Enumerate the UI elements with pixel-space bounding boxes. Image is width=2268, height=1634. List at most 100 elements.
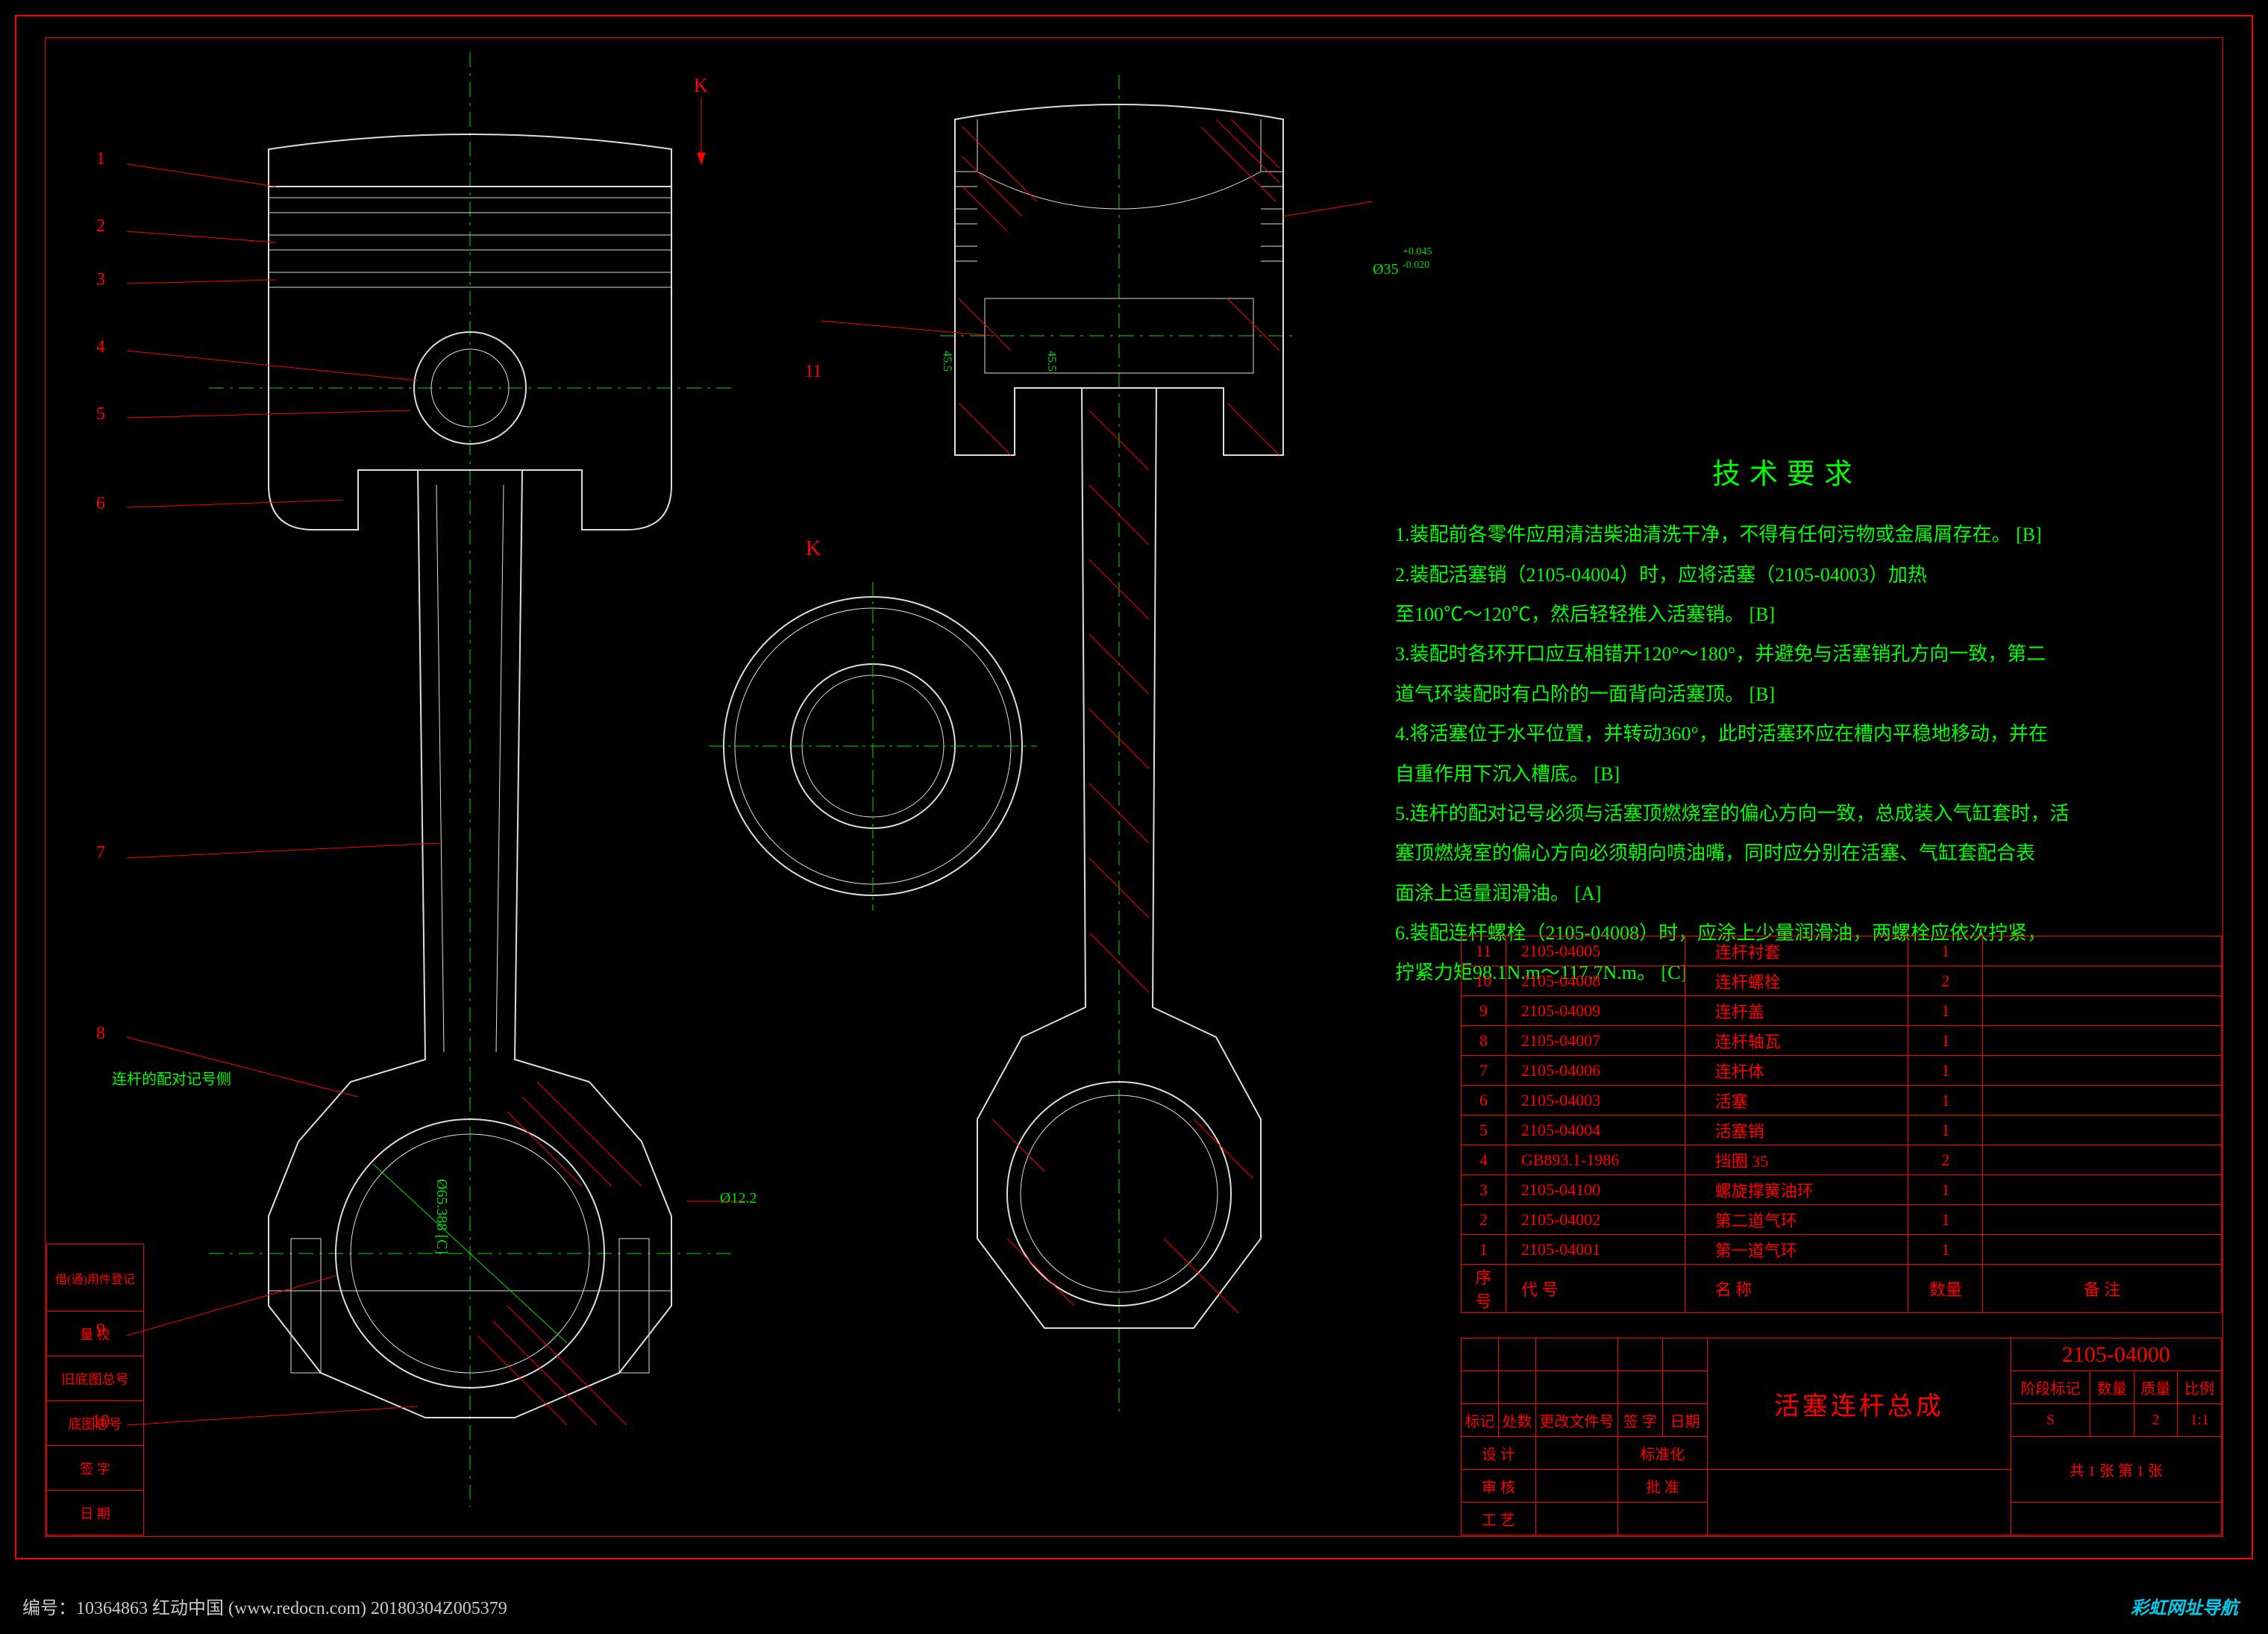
- bom-cell: [1983, 1205, 2222, 1235]
- bom-cell: [1983, 996, 2222, 1026]
- dim-d2: Ø65.388 [C]: [433, 1179, 450, 1254]
- tb-cell: 标准化: [1618, 1437, 1708, 1470]
- stamp-cell: 签 字: [47, 1446, 144, 1491]
- bom-cell: 1: [1908, 1026, 1983, 1056]
- tech-note: 自重作用下沉入槽底。 [B]: [1395, 756, 2178, 792]
- bom-cell: [1983, 1056, 2222, 1086]
- item-1: 1: [90, 149, 112, 169]
- tech-note: 道气环装配时有凸阶的一面背向活塞顶。 [B]: [1395, 676, 2178, 713]
- bom-cell: [1983, 1175, 2222, 1205]
- tb-cell: S: [2011, 1404, 2090, 1437]
- dim-tol-l: -0.020: [1403, 260, 1429, 272]
- bom-cell: 7: [1462, 1056, 1506, 1086]
- left-stamp: 借(通)用件登记 量 校 旧底图总号 底图总号 签 字 日 期: [46, 1244, 144, 1536]
- item-2: 2: [90, 216, 112, 237]
- tb-cell: 数量: [2090, 1371, 2134, 1404]
- dim-d4: 45.5: [1044, 351, 1058, 372]
- tb-cell: 质量: [2134, 1371, 2178, 1404]
- bom-cell: GB893.1-1986: [1506, 1145, 1685, 1175]
- tb-cell: 比例: [2178, 1371, 2222, 1404]
- tb-cell: 标记: [1462, 1404, 1499, 1437]
- tb-cell: 工 艺: [1462, 1503, 1536, 1536]
- arrow-label-k: K: [694, 75, 708, 97]
- bom-cell: [1983, 966, 2222, 996]
- bom-cell: [1983, 936, 2222, 966]
- title-block: 活塞连杆总成 2105-04000 阶段标记 数量 质量 比例 标记 处数 更改…: [1461, 1338, 2222, 1536]
- bom-cell: [1983, 1145, 2222, 1175]
- bom-cell: 2105-04100: [1506, 1175, 1685, 1205]
- bom-cell: 2105-04005: [1506, 936, 1685, 966]
- bom-cell: 活塞: [1685, 1086, 1908, 1115]
- bom-cell: 1: [1908, 996, 1983, 1026]
- bom-cell: 1: [1908, 1086, 1983, 1115]
- bom-hdr: 备 注: [1983, 1265, 2222, 1313]
- bom-cell: 2105-04004: [1506, 1115, 1685, 1145]
- watermark-left: 编号：10364863 红动中国 (www.redocn.com) 201803…: [22, 1593, 507, 1619]
- tb-cell: 批 准: [1618, 1470, 1708, 1503]
- tb-cell: 签 字: [1618, 1404, 1663, 1437]
- item-7: 7: [90, 843, 112, 863]
- dim-d3: Ø35: [1373, 261, 1398, 278]
- bom-cell: 3: [1462, 1175, 1506, 1205]
- tech-note: 2.装配活塞销（2105-04004）时，应将活塞（2105-04003）加热: [1395, 557, 2178, 593]
- tech-note: 1.装配前各零件应用清洁柴油清洗干净，不得有任何污物或金属屑存在。 [B]: [1395, 516, 2178, 553]
- bom-cell: 第二道气环: [1685, 1205, 1908, 1235]
- bom-cell: 4: [1462, 1145, 1506, 1175]
- bom-cell: 10: [1462, 966, 1506, 996]
- bom-cell: 1: [1908, 1235, 1983, 1265]
- section-view: [895, 75, 1343, 1418]
- dim-d5: 45.5: [940, 351, 953, 372]
- tech-title: 技术要求: [1395, 448, 2178, 501]
- bom-cell: [1983, 1086, 2222, 1115]
- bom-cell: 2105-04001: [1506, 1235, 1685, 1265]
- bom-cell: 5: [1462, 1115, 1506, 1145]
- tb-cell: [2090, 1404, 2134, 1437]
- tb-cell: 设 计: [1462, 1437, 1536, 1470]
- stamp-cell: 日 期: [47, 1491, 144, 1536]
- drawing-number: 2105-04000: [2011, 1339, 2221, 1371]
- bom-cell: 第一道气环: [1685, 1235, 1908, 1265]
- tech-note: 5.连杆的配对记号必须与活塞顶燃烧室的偏心方向一致，总成装入气缸套时，活: [1395, 795, 2178, 832]
- tech-requirements: 技术要求 1.装配前各零件应用清洁柴油清洗干净，不得有任何污物或金属屑存在。 […: [1395, 448, 2178, 995]
- tb-cell: 日期: [1663, 1404, 1708, 1437]
- watermark-right: 彩虹网址导航: [2131, 1593, 2238, 1619]
- tb-cell: 阶段标记: [2011, 1371, 2090, 1404]
- bom-hdr: 序号: [1462, 1265, 1506, 1313]
- bom-cell: 2: [1908, 966, 1983, 996]
- tech-note: 面涂上适量润滑油。 [A]: [1395, 875, 2178, 912]
- bom-cell: 2105-04008: [1506, 966, 1685, 996]
- item-4: 4: [90, 337, 112, 357]
- tb-cell: 更改文件号: [1536, 1404, 1618, 1437]
- bom-cell: 连杆盖: [1685, 996, 1908, 1026]
- bom-cell: 1: [1908, 1056, 1983, 1086]
- item-8: 8: [90, 1024, 112, 1044]
- bom-cell: 9: [1462, 996, 1506, 1026]
- tb-sheet: 共 1 张 第 1 张: [2011, 1437, 2221, 1503]
- stamp-cell: 旧底图总号: [47, 1356, 144, 1401]
- item-5: 5: [90, 404, 112, 425]
- bom-cell: 1: [1908, 1205, 1983, 1235]
- bom-cell: 2105-04007: [1506, 1026, 1685, 1056]
- bom-cell: 连杆体: [1685, 1056, 1908, 1086]
- bom-cell: [1983, 1235, 2222, 1265]
- tech-note: 3.装配时各环开口应互相错开120°～180°，并避免与活塞销孔方向一致，第二: [1395, 636, 2178, 672]
- bom-cell: 2105-04006: [1506, 1056, 1685, 1086]
- bom-cell: 螺旋撑簧油环: [1685, 1175, 1908, 1205]
- bom-cell: 8: [1462, 1026, 1506, 1056]
- bom-table: 112105-04005连杆衬套1102105-04008连杆螺栓292105-…: [1461, 936, 2222, 1313]
- item-3: 3: [90, 270, 112, 290]
- tb-cell: 处数: [1499, 1404, 1536, 1437]
- tb-cell: 1:1: [2178, 1404, 2222, 1437]
- tech-note: 至100℃～120℃，然后轻轻推入活塞销。 [B]: [1395, 596, 2178, 633]
- item-6: 6: [90, 494, 112, 514]
- bom-cell: 2105-04003: [1506, 1086, 1685, 1115]
- bom-cell: 2105-04002: [1506, 1205, 1685, 1235]
- ann-mark-side: 连杆的配对记号侧: [112, 1067, 231, 1089]
- bom-cell: 2105-04009: [1506, 996, 1685, 1026]
- tech-note: 4.将活塞位于水平位置，并转动360°，此时活塞环应在槽内平稳地移动，并在: [1395, 716, 2178, 752]
- bom-cell: 1: [1908, 936, 1983, 966]
- bom-cell: 1: [1908, 1115, 1983, 1145]
- bom-cell: 活塞销: [1685, 1115, 1908, 1145]
- dim-d1: Ø12.2: [720, 1190, 756, 1207]
- bom-cell: [1983, 1026, 2222, 1056]
